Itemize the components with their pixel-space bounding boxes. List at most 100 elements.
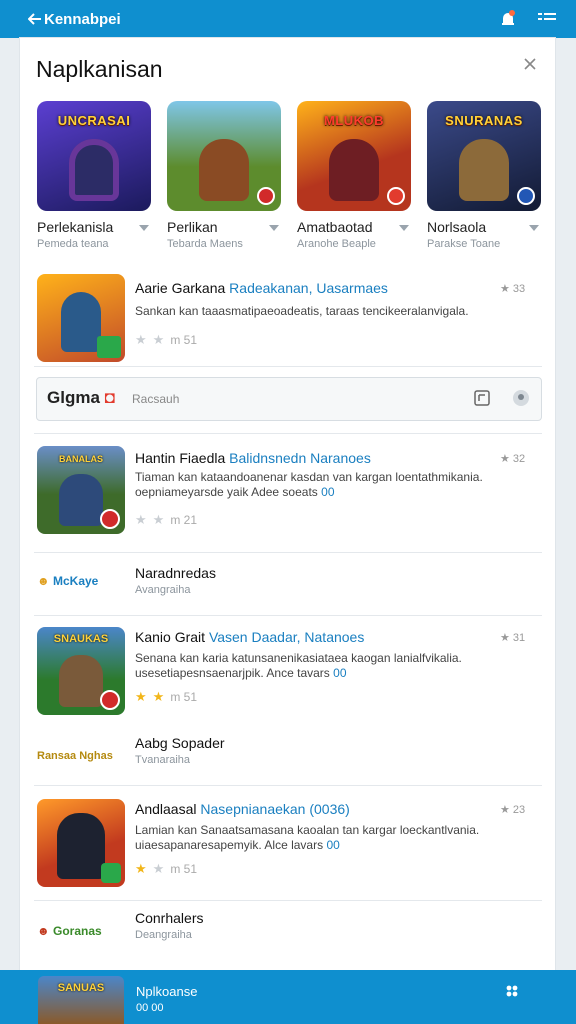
back-arrow-icon[interactable] [28, 13, 42, 25]
divider [34, 615, 542, 616]
app-thumbnail[interactable] [37, 274, 125, 362]
row-score: ★ 32 [500, 453, 526, 465]
character-art [69, 139, 119, 201]
star-icon: ★ [152, 861, 165, 876]
chevron-down-icon[interactable] [399, 225, 409, 231]
score-value: 32 [512, 453, 526, 465]
app-thumbnail[interactable]: MLUKOB [297, 101, 411, 211]
divider [34, 366, 542, 367]
section-subtitle: Avangraiha [135, 584, 191, 596]
divider [34, 785, 542, 786]
rating-text: m 51 [170, 862, 197, 876]
row-subtitle[interactable]: Vasen Daadar, Natanoes [209, 629, 364, 645]
badge-icon [100, 509, 120, 529]
app-thumbnail[interactable]: UNCRASAI [37, 101, 151, 211]
row-score: ★ 31 [500, 632, 526, 644]
brand-logo: Ransaa Nghas [37, 750, 113, 762]
list-item[interactable]: Aarie Garkana Radeakanan, Uasarmaes ★ 33… [20, 274, 555, 364]
app-thumbnail[interactable]: SNURANAS [427, 101, 541, 211]
app-card[interactable]: SNURANAS Norlsaola Parakse Toane [427, 101, 541, 250]
row-title-text: Andlaasal [135, 801, 197, 817]
app-thumbnail[interactable]: SANUAS [38, 976, 124, 1024]
section-title[interactable]: Aabg Sopader [135, 735, 225, 751]
description-text: Senana kan karia katunsanenikasiataea ka… [135, 651, 462, 680]
character-art [199, 139, 249, 201]
filter-icon[interactable] [474, 390, 490, 406]
row-subtitle[interactable]: Balidnsnedn Naranoes [229, 450, 371, 466]
row-description: Sankan kan taaasmatipaeoadeatis, taraas … [135, 304, 469, 318]
character-art [57, 813, 105, 879]
now-playing-bar[interactable]: SANUAS Nplkoanse 00 00 [0, 970, 576, 1024]
chevron-down-icon[interactable] [529, 225, 539, 231]
thumb-title: SANUAS [57, 982, 105, 994]
app-thumbnail[interactable] [37, 799, 125, 887]
app-card[interactable]: MLUKOB Amatbaotad Aranohe Beaple [297, 101, 411, 250]
mascot-icon: ☻ [37, 574, 50, 588]
star-icon: ★ [152, 332, 165, 347]
mascot-icon: ☻ [37, 924, 50, 938]
character-art [59, 474, 103, 526]
notification-icon[interactable] [500, 10, 516, 28]
grid-icon[interactable] [505, 984, 519, 998]
brand[interactable]: Kennabpei [28, 11, 121, 28]
app-thumbnail[interactable] [167, 101, 281, 211]
row-title: Andlaasal Nasepnianaekan (0036) [135, 801, 350, 817]
app-thumbnail[interactable]: BANALAS [37, 446, 125, 534]
app-subtitle: Tebarda Maens [167, 238, 243, 250]
description-link[interactable]: 00 [326, 838, 339, 852]
close-icon[interactable] [524, 58, 536, 70]
app-card[interactable]: UNCRASAI Perlekanisla Pemeda teana [37, 101, 151, 250]
app-name: Perlikan [167, 219, 218, 235]
list-item[interactable]: BANALAS Hantin Fiaedla Balidnsnedn Naran… [20, 446, 555, 546]
brand-logo-text: McKaye [52, 574, 99, 588]
brand-logo: ☻ McKaye [37, 574, 98, 588]
thumb-title: BANALAS [59, 454, 103, 464]
character-art [59, 655, 103, 707]
badge-icon [517, 187, 535, 205]
chevron-down-icon[interactable] [139, 225, 149, 231]
bottom-subtitle: 00 00 [136, 1002, 164, 1014]
score-value: 31 [512, 632, 526, 644]
character-art [61, 292, 101, 352]
brand-logo: ☻ Goranas [37, 924, 102, 938]
description-text: Tiaman kan kataandoanenar kasdan van kar… [135, 470, 483, 499]
list-item[interactable]: Andlaasal Nasepnianaekan (0036) ★ 23 Lam… [20, 799, 555, 899]
score-value: 33 [512, 283, 526, 295]
camera-icon: ◘ [104, 388, 115, 407]
row-subtitle[interactable]: Radeakanan, Uasarmaes [229, 280, 388, 296]
section-subtitle: Tvanaraiha [135, 754, 191, 766]
score-value: 23 [512, 804, 526, 816]
brand-label: Kennabpei [44, 10, 121, 28]
row-score: ★ 23 [500, 804, 526, 816]
apps-panel: Naplkanisan UNCRASAI Perlekanisla Pemeda… [20, 38, 555, 970]
rating-text: m 51 [170, 333, 197, 347]
app-card[interactable]: Perlikan Tebarda Maens [167, 101, 281, 250]
search-input[interactable]: Racsauh [132, 392, 179, 406]
badge-icon [387, 187, 405, 205]
row-subtitle[interactable]: Nasepnianaekan (0036) [200, 801, 349, 817]
search-bar[interactable]: Glgma ◘ Racsauh [36, 377, 542, 421]
app-subtitle: Pemeda teana [37, 238, 109, 250]
section-title[interactable]: Conrhalers [135, 910, 203, 926]
description-text: Lamian kan Sanaatsamasana kaoalan tan ka… [135, 823, 480, 852]
search-logo: Glgma ◘ [47, 388, 115, 408]
mic-icon[interactable] [512, 389, 530, 407]
list-item[interactable]: SNAUKAS Kanio Grait Vasen Daadar, Natano… [20, 627, 555, 727]
app-thumbnail[interactable]: SNAUKAS [37, 627, 125, 715]
description-link[interactable]: 00 [333, 666, 346, 680]
description-link[interactable]: 00 [321, 485, 334, 499]
character-art [329, 139, 379, 201]
menu-icon[interactable] [538, 13, 556, 25]
row-rating: ★ ★ m 51 [135, 861, 197, 877]
thumb-title: SNURANAS [445, 113, 523, 128]
thumb-title: MLUKOB [323, 113, 385, 128]
app-subtitle: Aranohe Beaple [297, 238, 376, 250]
chevron-down-icon[interactable] [269, 225, 279, 231]
row-title: Hantin Fiaedla Balidnsnedn Naranoes [135, 450, 371, 466]
character-art [459, 139, 509, 201]
rating-text: m 51 [170, 690, 197, 704]
row-description: Lamian kan Sanaatsamasana kaoalan tan ka… [135, 823, 505, 853]
row-rating: ★ ★ m 51 [135, 332, 197, 348]
section-title[interactable]: Naradnredas [135, 565, 216, 581]
app-subtitle: Parakse Toane [427, 238, 501, 250]
